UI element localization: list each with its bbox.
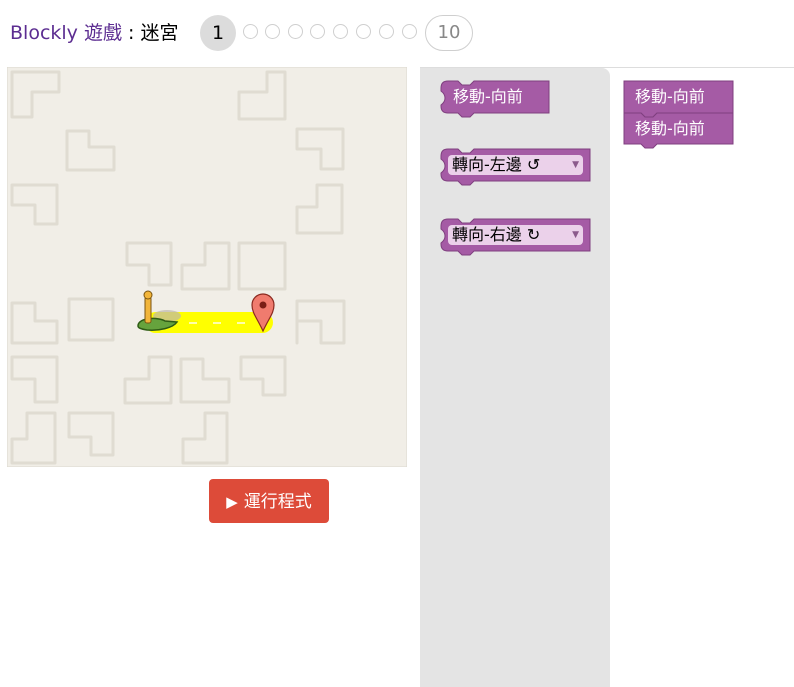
level-7-dot[interactable] [356, 24, 371, 39]
level-9-dot[interactable] [402, 24, 417, 39]
toolbox-move-forward-block[interactable]: 移動-向前 [440, 80, 550, 118]
play-icon: ▶ [226, 493, 238, 511]
move-forward-label: 移動-向前 [453, 87, 523, 106]
level-3-dot[interactable] [265, 24, 280, 39]
header: Blockly 遊戲 : 迷宮 1 10 [0, 0, 794, 67]
workspace[interactable]: 移動-向前 移動-向前 [610, 68, 794, 687]
level-2-dot[interactable] [243, 24, 258, 39]
level-1-button[interactable]: 1 [200, 15, 236, 51]
dropdown-arrow-icon: ▼ [572, 230, 579, 240]
games-link[interactable]: 遊戲 [84, 22, 122, 44]
toolbox-turn-right-block[interactable]: 轉向-右邊 ↻ ▼ [440, 218, 591, 256]
level-4-dot[interactable] [288, 24, 303, 39]
level-6-dot[interactable] [333, 24, 348, 39]
toolbox-flyout: 移動-向前 轉向-左邊 ↺ ▼ 轉向-右邊 ↻ ▼ [420, 68, 610, 687]
turn-right-label: 轉向-右邊 ↻ [452, 225, 541, 244]
workspace-program-stack[interactable]: 移動-向前 移動-向前 [623, 80, 734, 149]
turn-right-dropdown[interactable]: 轉向-右邊 ↻ ▼ [448, 225, 583, 245]
workspace-block-1-label: 移動-向前 [635, 87, 705, 106]
blockly-link[interactable]: Blockly [10, 22, 78, 44]
run-program-button[interactable]: ▶ 運行程式 [209, 479, 329, 523]
maze-board [7, 67, 407, 467]
game-name: 迷宮 [140, 22, 179, 44]
level-10-button[interactable]: 10 [425, 15, 473, 51]
workspace-block-2-label: 移動-向前 [635, 119, 705, 138]
turn-left-label: 轉向-左邊 ↺ [452, 155, 541, 174]
title-separator: : [121, 22, 141, 44]
level-5-dot[interactable] [310, 24, 325, 39]
turn-left-dropdown[interactable]: 轉向-左邊 ↺ ▼ [448, 155, 583, 175]
toolbox-turn-left-block[interactable]: 轉向-左邊 ↺ ▼ [440, 148, 591, 186]
page-title: Blockly 遊戲 : 迷宮 [10, 20, 178, 46]
run-button-label: 運行程式 [243, 492, 312, 512]
dropdown-arrow-icon: ▼ [572, 160, 579, 170]
level-8-dot[interactable] [379, 24, 394, 39]
